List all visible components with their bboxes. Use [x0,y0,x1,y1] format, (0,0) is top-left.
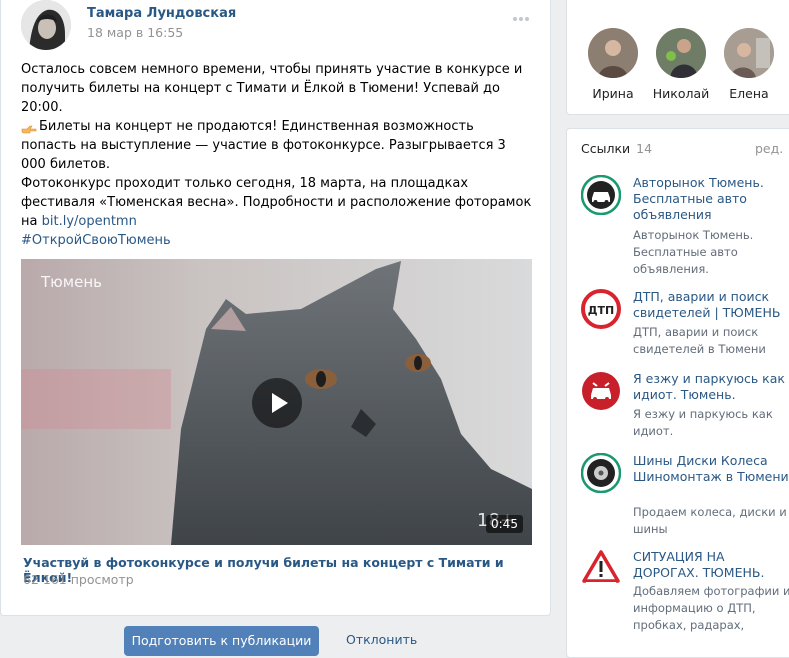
post-date[interactable]: 18 мар в 16:55 [87,25,183,40]
post-card: Тамара Лундовская 18 мар в 16:55 Осталос… [0,0,551,616]
video-duration: 0:45 [486,515,523,533]
link-title[interactable]: СИТУАЦИЯ НА ДОРОГАХ. ТЮМЕНЬ. [633,549,789,581]
post-paragraph-2-text: Билеты на концерт не продаются! Единстве… [21,119,506,172]
more-options-icon[interactable] [513,6,535,22]
link-title[interactable]: Шины Диски Колеса Шиномонтаж в Тюмени [633,453,789,485]
svg-text:ДТП: ДТП [588,304,615,317]
links-title: Ссылки [581,141,631,156]
links-count: 14 [636,141,653,156]
video-views: 62 161 просмотр [23,572,134,587]
warning-icon[interactable] [581,549,621,589]
friend-name[interactable]: Ирина [583,86,643,101]
link-item[interactable]: ДТП ДТП, аварии и поиск свидетелей | ТЮМ… [581,289,789,359]
links-card: Ссылки 14 ред. Авторынок Тюмень. Бесплатн… [566,128,789,658]
friend-avatar[interactable] [588,28,638,78]
post-paragraph-1: Осталось совсем немного времени, чтобы п… [21,62,523,115]
link-description: ДТП, аварии и поиск свидетелей в Тюмени [633,325,766,356]
link-item[interactable]: Авторынок Тюмень. Бесплатные авто объявл… [580,174,789,276]
hashtag-link[interactable]: #ОткройСвоюТюмень [21,231,533,250]
link-title[interactable]: ДТП, аварии и поиск свидетелей | ТЮМЕНЬ [633,289,789,321]
link-title[interactable]: Авторынок Тюмень. Бесплатные авто объявл… [633,175,789,223]
link-item[interactable]: СИТУАЦИЯ НА ДОРОГАХ. ТЮМЕНЬ. Добавляем ф… [581,549,789,649]
link-description: Я езжу и паркуюсь как идиот. [633,407,773,438]
tire-icon[interactable] [580,452,622,494]
car-icon[interactable] [580,174,622,216]
link-description: Авторынок Тюмень. Бесплатные авто объявл… [633,228,754,276]
friends-card: Ирина Николай Елена [566,0,789,115]
parking-icon[interactable] [581,371,621,411]
author-avatar[interactable] [21,0,71,50]
links-header[interactable]: Ссылки 14 [581,141,652,156]
author-name[interactable]: Тамара Лундовская [87,6,236,21]
pointing-hand-icon [21,122,37,133]
friend-item[interactable]: Николай [651,28,711,101]
link-description: Добавляем фотографии и информацию о ДТП,… [633,584,789,632]
dtp-icon[interactable]: ДТП [581,289,621,329]
friend-name[interactable]: Николай [651,86,711,101]
link-description: Продаем колеса, диски и шины [633,505,787,536]
friend-avatar[interactable] [724,28,774,78]
link-item[interactable]: Я езжу и паркуюсь как идиот. Тюмень. Я е… [581,371,789,441]
post-paragraph-3: Фотоконкурс проходит только сегодня, 18 … [21,174,533,231]
video-player[interactable]: Тюмень 18+ 0:45 [21,259,532,545]
play-icon[interactable] [252,378,302,428]
friend-avatar[interactable] [656,28,706,78]
link-title[interactable]: Я езжу и паркуюсь как идиот. Тюмень. [633,371,789,403]
friend-name[interactable]: Елена [719,86,779,101]
link-item[interactable]: Шины Диски Колеса Шиномонтаж в Тюмени Пр… [580,452,789,536]
links-edit-link[interactable]: ред. [755,141,783,156]
friend-item[interactable]: Елена [719,28,779,101]
post-paragraph-2: Билеты на концерт не продаются! Единстве… [21,117,533,174]
reject-button[interactable]: Отклонить [346,632,417,647]
bitly-link[interactable]: bit.ly/opentmn [42,214,137,229]
video-city-label: Тюмень [41,273,102,291]
friend-item[interactable]: Ирина [583,28,643,101]
